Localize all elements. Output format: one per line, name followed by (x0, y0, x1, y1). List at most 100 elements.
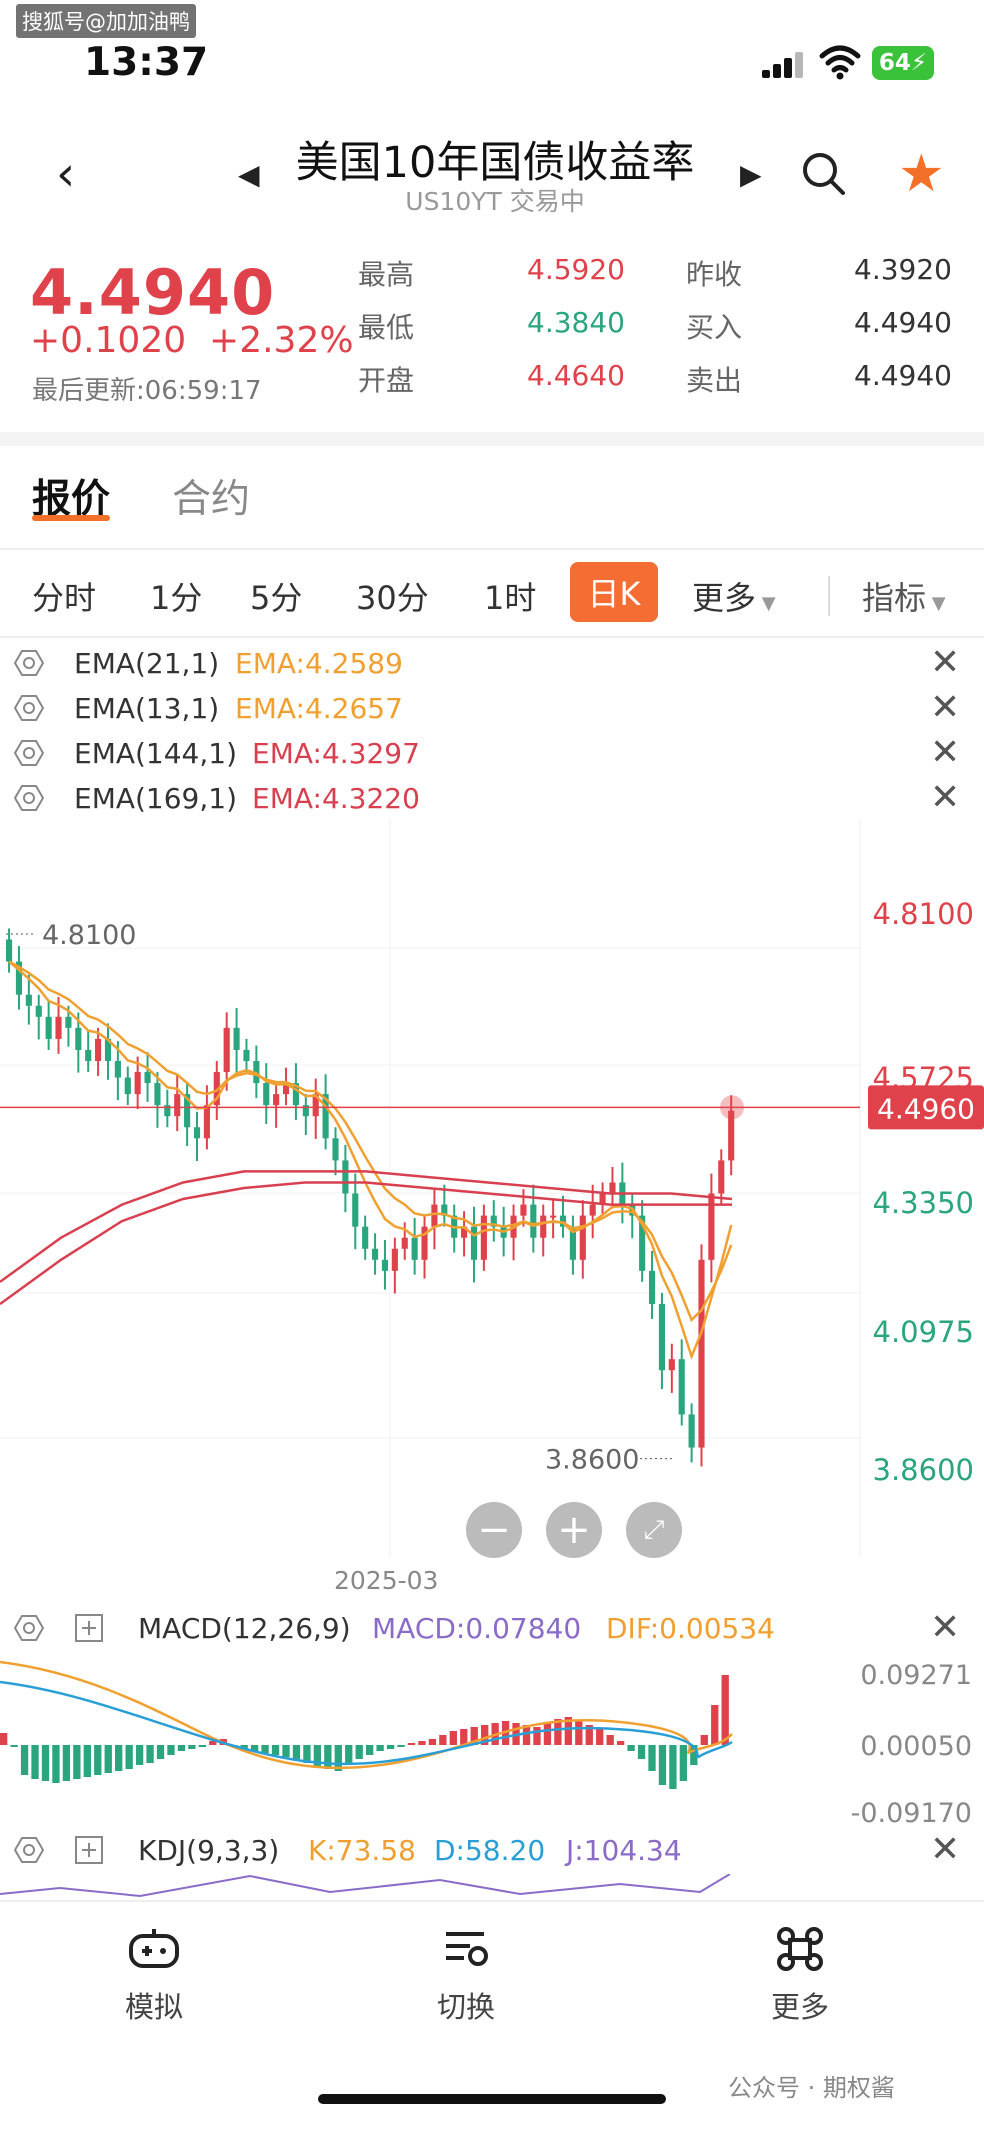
period-divider (828, 576, 830, 616)
candle-body (520, 1204, 527, 1216)
kdj-k-value: K:73.58 (308, 1834, 416, 1867)
period-more[interactable]: 更多 ▼ (692, 573, 776, 619)
candle-body (391, 1248, 398, 1271)
settings-hex-icon[interactable] (14, 783, 44, 813)
settings-hex-icon[interactable] (14, 693, 44, 723)
settings-hex-icon[interactable] (14, 1613, 44, 1643)
settings-hex-icon[interactable] (14, 1835, 44, 1865)
zoom-out-button[interactable]: − (466, 1502, 522, 1558)
close-icon[interactable]: ✕ (930, 1607, 960, 1648)
candle-body (124, 1077, 131, 1095)
nav-switch-label: 切换 (436, 1990, 495, 2024)
macd-chart[interactable]: 0.09271 0.00050 -0.09170 (0, 1652, 984, 1824)
macd-histogram-bar (115, 1745, 123, 1771)
next-instrument-button[interactable]: ▶ (740, 158, 762, 191)
macd-histogram-bar (397, 1745, 405, 1747)
price-change: +0.1020 +2.32% (30, 320, 354, 361)
back-button[interactable]: ‹ (56, 150, 75, 198)
ema-short-line (8, 960, 733, 1322)
macd-histogram-bar (648, 1745, 656, 1771)
open-label: 开盘 (358, 364, 415, 397)
close-icon[interactable]: ✕ (930, 732, 960, 773)
candle-body (75, 1027, 82, 1050)
macd-histogram-bar (637, 1745, 646, 1759)
add-indicator-icon[interactable] (74, 1613, 104, 1643)
macd-histogram-bar (439, 1735, 447, 1745)
candle-body (431, 1204, 438, 1227)
period-daily[interactable]: 日K (570, 562, 658, 622)
candle-body (550, 1215, 557, 1218)
close-icon[interactable]: ✕ (930, 687, 960, 728)
candle-body (114, 1060, 121, 1078)
macd-histogram-bar (324, 1745, 332, 1769)
period-5min[interactable]: 5分 (250, 573, 302, 619)
period-1min[interactable]: 1分 (150, 573, 202, 619)
last-price: 4.4940 (30, 256, 276, 329)
candle-body (174, 1094, 181, 1117)
favorite-star-icon[interactable]: ★ (898, 148, 945, 200)
indicator-menu[interactable]: 指标 ▼ (862, 573, 946, 619)
search-icon[interactable] (800, 150, 848, 202)
macd-histogram-bar (271, 1745, 280, 1755)
candle-body (718, 1160, 725, 1194)
candle-body (401, 1237, 408, 1249)
close-icon[interactable]: ✕ (930, 777, 960, 818)
macd-histogram-bar (711, 1705, 719, 1745)
macd-histogram-bar (543, 1723, 552, 1745)
macd-histogram-bar (679, 1745, 688, 1781)
macd-histogram-bar (156, 1745, 165, 1759)
gamepad-icon (129, 1929, 179, 1968)
candle-body (470, 1226, 478, 1260)
candle-body (648, 1270, 656, 1304)
candle-body (381, 1259, 389, 1271)
status-time: 13:37 (84, 40, 209, 85)
kdj-chart (0, 1874, 731, 1898)
ema-name: EMA(169,1) (74, 782, 238, 815)
signal-icon (762, 50, 803, 78)
high-label: 最高 (358, 258, 415, 291)
settings-hex-icon[interactable] (14, 738, 44, 768)
macd-histogram-bar (177, 1745, 186, 1751)
candle-body (35, 1005, 42, 1017)
period-1hour[interactable]: 1时 (484, 573, 536, 619)
nav-simulate[interactable]: 模拟 (74, 1926, 234, 2026)
close-icon[interactable]: ✕ (930, 1829, 960, 1870)
macd-histogram-bar (20, 1745, 29, 1775)
candle-body (233, 1027, 240, 1050)
macd-histogram-bar (669, 1745, 677, 1789)
nav-more[interactable]: 更多 (720, 1926, 880, 2026)
change-value: +0.1020 (30, 320, 187, 361)
macd-histogram-bar (104, 1745, 112, 1773)
add-indicator-icon[interactable] (74, 1835, 104, 1865)
period-timeshare[interactable]: 分时 (32, 573, 96, 619)
candle-body (332, 1138, 339, 1161)
candle-body (25, 994, 32, 1006)
low-marker-label: 3.8600 (545, 1445, 639, 1476)
macd-histogram-bar (721, 1675, 729, 1745)
home-indicator (318, 2094, 666, 2104)
macd-histogram-bar (345, 1745, 353, 1765)
settings-hex-icon[interactable] (14, 648, 44, 678)
tab-contract[interactable]: 合约 (172, 468, 250, 524)
macd-histogram-bar (575, 1721, 583, 1745)
zoom-in-button[interactable]: + (546, 1502, 602, 1558)
macd-name: MACD(12,26,9) (138, 1612, 351, 1645)
macd-histogram-bar (282, 1745, 290, 1757)
macd-header: MACD(12,26,9) MACD:0.07840 DIF:0.00534 ✕ (0, 1607, 984, 1651)
period-30min[interactable]: 30分 (356, 573, 429, 619)
macd-histogram-bar (449, 1731, 457, 1745)
macd-histogram-bar (700, 1735, 708, 1745)
close-icon[interactable]: ✕ (930, 642, 960, 683)
macd-histogram-bar (0, 1733, 8, 1745)
period-bar-divider (0, 636, 984, 638)
macd-histogram-bar (146, 1745, 154, 1763)
candlestick-chart[interactable]: 4.81004.57254.33504.09753.86004.49604.81… (0, 818, 984, 1588)
low-label: 最低 (358, 311, 415, 344)
macd-histogram-bar (31, 1745, 39, 1779)
nav-switch[interactable]: 切换 (386, 1926, 546, 2026)
kdj-d-value: D:58.20 (434, 1834, 546, 1867)
source-watermark: 搜狐号@加加油鸭 (16, 4, 196, 38)
current-price-dot (720, 1095, 744, 1120)
fullscreen-button[interactable]: ⤢ (626, 1502, 682, 1558)
candle-body (668, 1359, 675, 1371)
